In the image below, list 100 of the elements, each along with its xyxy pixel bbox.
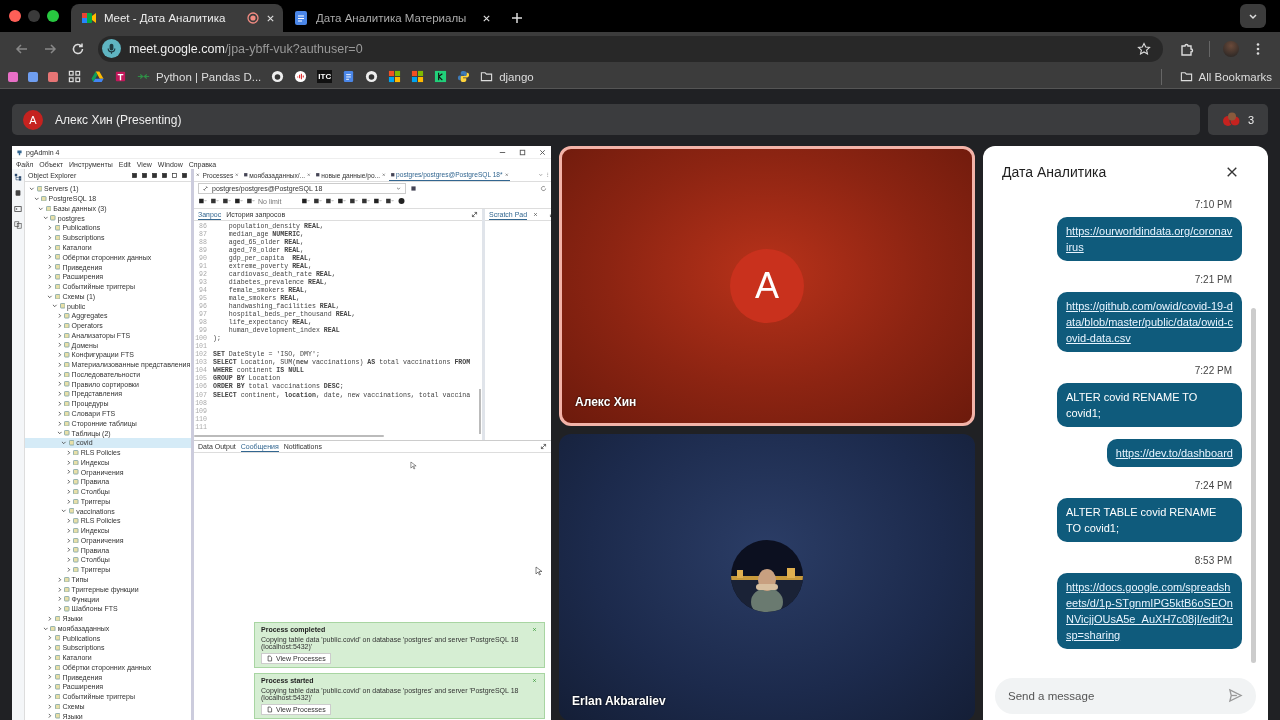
bookmarks-folder[interactable]: All Bookmarks bbox=[1179, 70, 1272, 83]
chevron-right-icon[interactable] bbox=[47, 645, 53, 651]
chevron-right-icon[interactable] bbox=[47, 703, 53, 710]
address-bar[interactable]: meet.google.com/jpa-ybff-vuk?authuser=0 bbox=[98, 35, 1163, 62]
chevron-down-icon[interactable] bbox=[29, 186, 35, 192]
chevron-right-icon[interactable] bbox=[56, 400, 63, 407]
expand-icon[interactable] bbox=[540, 443, 547, 450]
chevron-down-icon[interactable] bbox=[47, 293, 53, 300]
browser-tab[interactable]: Дата Аналитика Материалы bbox=[283, 4, 499, 32]
toolbar-icon[interactable] bbox=[198, 197, 207, 205]
close-icon[interactable] bbox=[1226, 166, 1238, 178]
send-icon[interactable] bbox=[1228, 688, 1243, 703]
chevron-down-icon[interactable] bbox=[38, 205, 44, 212]
toolbar-icon[interactable] bbox=[210, 197, 219, 205]
new-tab-icon[interactable] bbox=[511, 12, 523, 24]
snake-icon[interactable] bbox=[457, 70, 471, 83]
chevron-right-icon[interactable] bbox=[47, 254, 53, 260]
forward-icon[interactable] bbox=[43, 41, 57, 56]
bookmark-star-icon[interactable] bbox=[1137, 41, 1151, 56]
toolbar-icon[interactable] bbox=[234, 197, 243, 205]
maximize-icon[interactable] bbox=[518, 147, 527, 157]
close-window-icon[interactable] bbox=[9, 10, 21, 22]
message-link[interactable]: https://ourworldindata.org/coronavirus bbox=[1066, 223, 1233, 255]
chevron-right-icon[interactable] bbox=[47, 684, 53, 690]
chevron-down-icon[interactable] bbox=[52, 303, 58, 309]
bookmark-icon[interactable] bbox=[434, 70, 448, 83]
chevron-right-icon[interactable] bbox=[56, 371, 63, 378]
chevron-right-icon[interactable] bbox=[56, 322, 63, 329]
chevron-right-icon[interactable] bbox=[47, 225, 53, 231]
bookmark-link[interactable]: Python | Pandas D... bbox=[137, 70, 262, 83]
chevron-right-icon[interactable] bbox=[47, 654, 53, 661]
chevron-right-icon[interactable] bbox=[47, 674, 53, 680]
microphone-icon[interactable] bbox=[102, 39, 121, 58]
compare-icon[interactable] bbox=[14, 221, 22, 229]
chevron-right-icon[interactable] bbox=[56, 606, 63, 612]
toolbar-icon[interactable] bbox=[361, 197, 370, 205]
chevron-right-icon[interactable] bbox=[47, 615, 53, 622]
chevron-down-icon[interactable] bbox=[33, 195, 40, 202]
participants-button[interactable]: 3 bbox=[1208, 104, 1268, 135]
toolbar-icon[interactable] bbox=[337, 197, 346, 205]
four-squares-icon[interactable] bbox=[411, 70, 425, 83]
reload-icon[interactable] bbox=[71, 41, 85, 56]
chevron-right-icon[interactable] bbox=[65, 488, 72, 495]
toolbar-icon[interactable] bbox=[301, 197, 310, 205]
scrollbar[interactable] bbox=[479, 389, 481, 434]
chevron-right-icon[interactable] bbox=[56, 586, 63, 592]
chevron-right-icon[interactable] bbox=[56, 596, 63, 602]
document-icon[interactable] bbox=[342, 70, 356, 83]
podcast-icon[interactable] bbox=[294, 70, 308, 83]
toolbar-icon[interactable] bbox=[313, 197, 322, 205]
database-icon[interactable] bbox=[410, 184, 417, 192]
chevron-right-icon[interactable] bbox=[47, 283, 53, 290]
chevron-right-icon[interactable] bbox=[56, 410, 63, 417]
chevron-right-icon[interactable] bbox=[65, 449, 72, 456]
chevron-right-icon[interactable] bbox=[65, 527, 72, 534]
toolbar-icon[interactable] bbox=[349, 197, 358, 205]
chevron-right-icon[interactable] bbox=[56, 342, 63, 348]
chevron-right-icon[interactable] bbox=[56, 313, 63, 319]
chevron-right-icon[interactable] bbox=[47, 264, 53, 270]
chevron-down-icon[interactable] bbox=[42, 215, 49, 221]
back-icon[interactable] bbox=[15, 41, 29, 56]
maximize-window-icon[interactable] bbox=[47, 10, 59, 22]
message-link[interactable]: https://docs.google.com/spreadsheets/d/1p-STgnmIPG5ktB6oSEOnNVicjjOUsA5e_AuXH7c08jI/edit?usp=sharing bbox=[1066, 579, 1233, 643]
scrollbar[interactable] bbox=[194, 435, 384, 437]
toolbar-icon[interactable] bbox=[246, 197, 255, 205]
bookmark-icon[interactable] bbox=[114, 70, 127, 83]
help-icon[interactable] bbox=[397, 197, 406, 205]
bookmark-folder[interactable]: django bbox=[480, 70, 534, 83]
chevron-right-icon[interactable] bbox=[56, 332, 63, 339]
scrollbar[interactable] bbox=[1251, 308, 1256, 663]
toolbar-icon[interactable] bbox=[385, 197, 394, 205]
database-icon[interactable] bbox=[14, 189, 22, 197]
toolbar-icon[interactable] bbox=[222, 197, 231, 205]
chevron-right-icon[interactable] bbox=[47, 234, 53, 241]
chevron-right-icon[interactable] bbox=[56, 381, 63, 387]
chevron-right-icon[interactable] bbox=[47, 635, 53, 641]
chevron-right-icon[interactable] bbox=[47, 664, 53, 671]
browser-tab[interactable]: Meet - Дата Аналитика bbox=[71, 4, 283, 32]
triangle-icon[interactable] bbox=[91, 70, 104, 83]
refresh-icon[interactable] bbox=[540, 184, 547, 192]
chevron-right-icon[interactable] bbox=[47, 244, 53, 251]
chevron-right-icon[interactable] bbox=[65, 469, 72, 475]
chevron-right-icon[interactable] bbox=[65, 479, 72, 485]
message-link[interactable]: https://github.com/owid/covid-19-data/blob/master/public/data/owid-covid-data.csv bbox=[1066, 298, 1233, 346]
chevron-down-icon[interactable] bbox=[42, 625, 49, 632]
chevron-right-icon[interactable] bbox=[56, 361, 63, 368]
chevron-right-icon[interactable] bbox=[65, 459, 72, 466]
chevron-right-icon[interactable] bbox=[65, 518, 72, 524]
bookmark-badge[interactable]: ITC bbox=[317, 70, 333, 83]
message-input[interactable]: Send a message bbox=[995, 678, 1256, 714]
puzzle-icon[interactable] bbox=[1180, 41, 1194, 56]
chevron-right-icon[interactable] bbox=[56, 352, 63, 358]
chevron-right-icon[interactable] bbox=[56, 391, 63, 397]
chevron-right-icon[interactable] bbox=[56, 420, 63, 426]
chevron-down-icon[interactable] bbox=[56, 430, 63, 436]
chevron-right-icon[interactable] bbox=[65, 567, 72, 573]
chevron-right-icon[interactable] bbox=[65, 498, 72, 505]
toolbar-icon[interactable] bbox=[373, 197, 382, 205]
chevron-right-icon[interactable] bbox=[65, 547, 72, 553]
tab-search-button[interactable] bbox=[1240, 4, 1266, 28]
